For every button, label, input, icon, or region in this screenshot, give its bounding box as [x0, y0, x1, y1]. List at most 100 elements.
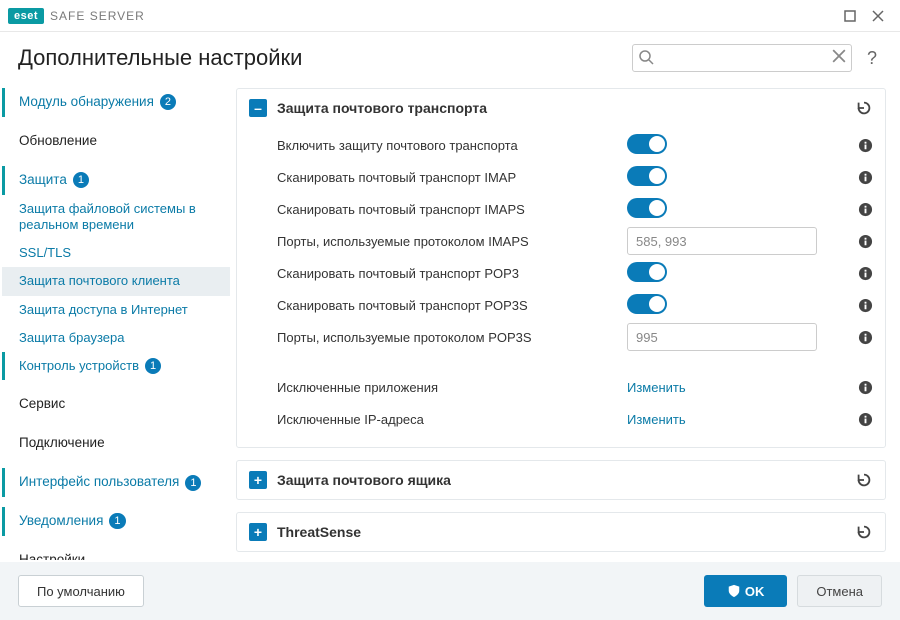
- sidebar-item-label: Модуль обнаружения: [19, 94, 154, 111]
- window-maximize-icon[interactable]: [836, 2, 864, 30]
- panel-title: Защита почтового ящика: [277, 472, 451, 488]
- ports-input[interactable]: [627, 323, 817, 351]
- clear-icon[interactable]: [832, 49, 846, 63]
- default-button[interactable]: По умолчанию: [18, 575, 144, 607]
- brand-logo: eset: [8, 8, 44, 24]
- toggle[interactable]: [627, 198, 667, 218]
- expand-icon[interactable]: +: [249, 471, 267, 489]
- setting-row: Исключенные приложенияИзменить: [277, 371, 873, 403]
- product-name: SAFE SERVER: [50, 9, 145, 23]
- page-title: Дополнительные настройки: [18, 45, 302, 71]
- sidebar-item-12[interactable]: Уведомления 1: [2, 507, 230, 536]
- info-icon[interactable]: [858, 202, 873, 217]
- titlebar: eset SAFE SERVER: [0, 0, 900, 32]
- sidebar-item-2[interactable]: Защита 1: [2, 166, 230, 195]
- ports-input[interactable]: [627, 227, 817, 255]
- info-icon[interactable]: [858, 234, 873, 249]
- toggle[interactable]: [627, 294, 667, 314]
- sidebar-item-10[interactable]: Подключение: [2, 429, 230, 458]
- undo-icon[interactable]: [855, 99, 873, 117]
- sidebar-item-13[interactable]: Настройки конфиденциальности: [2, 546, 230, 560]
- sidebar-item-label: Уведомления: [19, 513, 103, 530]
- header-row: Дополнительные настройки ?: [0, 32, 900, 80]
- setting-row: Сканировать почтовый транспорт POP3S: [277, 289, 873, 321]
- setting-label: Порты, используемые протоколом IMAPS: [277, 234, 627, 249]
- help-icon[interactable]: ?: [862, 48, 882, 69]
- sidebar-item-11[interactable]: Интерфейс пользователя1: [2, 468, 230, 497]
- toggle[interactable]: [627, 166, 667, 186]
- panel-header[interactable]: + ThreatSense: [237, 513, 885, 551]
- sidebar-item-label: Контроль устройств: [19, 358, 139, 374]
- sidebar-item-label: SSL/TLS: [19, 245, 71, 261]
- setting-label: Сканировать почтовый транспорт IMAP: [277, 170, 627, 185]
- sidebar-item-5[interactable]: Защита почтового клиента: [2, 267, 230, 295]
- setting-label: Включить защиту почтового транспорта: [277, 138, 627, 153]
- sidebar-item-label: Подключение: [19, 435, 105, 452]
- undo-icon[interactable]: [855, 471, 873, 489]
- panel-header[interactable]: + Защита почтового ящика: [237, 461, 885, 499]
- sidebar-item-label: Защита файловой системы в реальном време…: [19, 201, 222, 234]
- setting-label: Сканировать почтовый транспорт POP3S: [277, 298, 627, 313]
- sidebar-item-label: Обновление: [19, 133, 97, 150]
- setting-label: Порты, используемые протоколом POP3S: [277, 330, 627, 345]
- sidebar-item-6[interactable]: Защита доступа в Интернет: [2, 296, 230, 324]
- sidebar-item-3[interactable]: Защита файловой системы в реальном време…: [2, 195, 230, 240]
- sidebar-item-label: Защита доступа в Интернет: [19, 302, 188, 318]
- badge: 1: [73, 172, 89, 188]
- panel-threatsense: + ThreatSense: [236, 512, 886, 552]
- panel-header[interactable]: –Защита почтового транспорта: [237, 89, 885, 127]
- badge: 2: [160, 94, 176, 110]
- undo-icon[interactable]: [855, 523, 873, 541]
- cancel-button[interactable]: Отмена: [797, 575, 882, 607]
- panel-body: Включить защиту почтового транспорта Скан…: [237, 127, 885, 447]
- sidebar-item-label: Сервис: [19, 396, 65, 413]
- sidebar-item-9[interactable]: Сервис: [2, 390, 230, 419]
- edit-link[interactable]: Изменить: [627, 380, 686, 395]
- ok-button[interactable]: OK: [704, 575, 788, 607]
- sidebar-item-label: Защита: [19, 172, 67, 189]
- info-icon[interactable]: [858, 330, 873, 345]
- info-icon[interactable]: [858, 298, 873, 313]
- info-icon[interactable]: [858, 170, 873, 185]
- panel-mailbox: + Защита почтового ящика: [236, 460, 886, 500]
- sidebar-item-label: Интерфейс пользователя: [19, 474, 179, 491]
- sidebar-item-1[interactable]: Обновление: [2, 127, 230, 156]
- search-box: [632, 44, 852, 72]
- info-icon[interactable]: [858, 138, 873, 153]
- edit-link[interactable]: Изменить: [627, 412, 686, 427]
- collapse-icon[interactable]: –: [249, 99, 267, 117]
- footer: По умолчанию OK Отмена: [0, 562, 900, 620]
- sidebar-item-8[interactable]: Контроль устройств 1: [2, 352, 230, 380]
- shield-icon: [727, 584, 741, 598]
- search-icon: [638, 49, 654, 65]
- search-input[interactable]: [632, 44, 852, 72]
- panel-title: Защита почтового транспорта: [277, 100, 487, 116]
- toggle[interactable]: [627, 134, 667, 154]
- setting-row: Исключенные IP-адресаИзменить: [277, 403, 873, 435]
- setting-row: Сканировать почтовый транспорт POP3: [277, 257, 873, 289]
- panel-mail_transport: –Защита почтового транспортаВключить защ…: [236, 88, 886, 448]
- badge: 1: [145, 358, 161, 374]
- setting-label: Исключенные приложения: [277, 380, 627, 395]
- sidebar: Модуль обнаружения2ОбновлениеЗащита1Защи…: [0, 80, 230, 560]
- sidebar-item-label: Настройки конфиденциальности: [19, 552, 222, 560]
- info-icon[interactable]: [858, 266, 873, 281]
- sidebar-item-label: Защита почтового клиента: [19, 273, 180, 289]
- setting-row: Сканировать почтовый транспорт IMAPS: [277, 193, 873, 225]
- setting-label: Исключенные IP-адреса: [277, 412, 627, 427]
- expand-icon[interactable]: +: [249, 523, 267, 541]
- sidebar-item-7[interactable]: Защита браузера: [2, 324, 230, 352]
- setting-row: Включить защиту почтового транспорта: [277, 129, 873, 161]
- setting-row: Порты, используемые протоколом POP3S: [277, 321, 873, 353]
- panel-title: ThreatSense: [277, 524, 361, 540]
- info-icon[interactable]: [858, 412, 873, 427]
- toggle[interactable]: [627, 262, 667, 282]
- info-icon[interactable]: [858, 380, 873, 395]
- window-close-icon[interactable]: [864, 2, 892, 30]
- ok-label: OK: [745, 584, 765, 599]
- setting-label: Сканировать почтовый транспорт IMAPS: [277, 202, 627, 217]
- badge: 1: [109, 513, 125, 529]
- content: –Защита почтового транспортаВключить защ…: [230, 80, 900, 560]
- sidebar-item-4[interactable]: SSL/TLS: [2, 239, 230, 267]
- sidebar-item-0[interactable]: Модуль обнаружения 2: [2, 88, 230, 117]
